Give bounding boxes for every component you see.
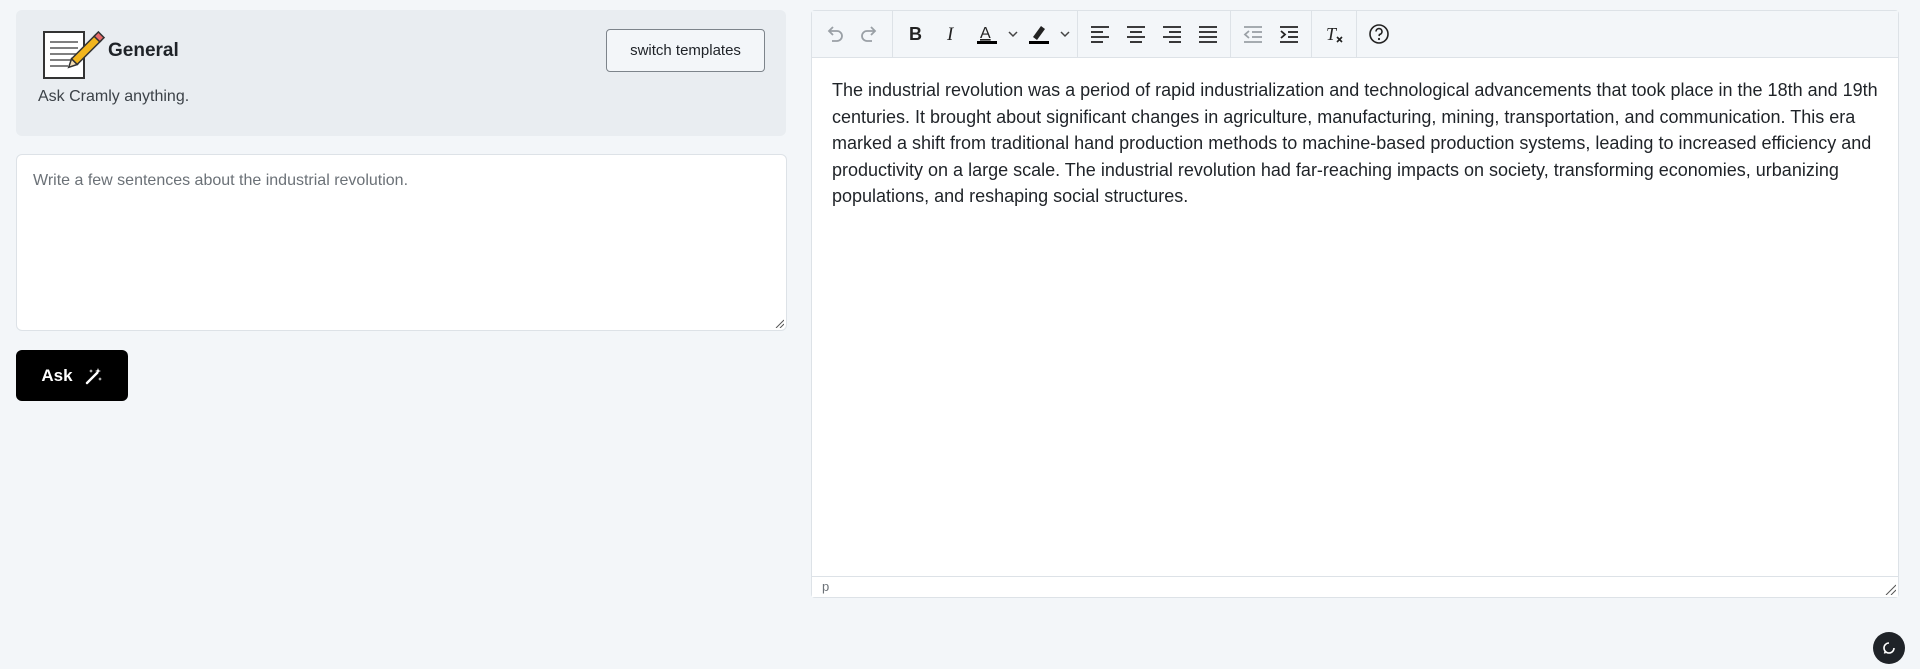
italic-icon[interactable]: I: [933, 16, 969, 52]
bold-icon[interactable]: B: [897, 16, 933, 52]
rich-text-editor: B I A T The industrial revolution was a …: [811, 10, 1899, 598]
undo-icon[interactable]: [816, 16, 852, 52]
template-name: General: [108, 40, 179, 61]
highlight-icon[interactable]: [1021, 16, 1057, 52]
clear-format-icon[interactable]: T: [1316, 16, 1352, 52]
redo-icon[interactable]: [852, 16, 888, 52]
template-description: Ask Cramly anything.: [38, 88, 190, 105]
editor-content-area[interactable]: The industrial revolution was a period o…: [812, 57, 1898, 577]
toolbar-group-clear: T: [1312, 11, 1357, 57]
svg-text:A: A: [980, 25, 991, 42]
resize-grip-icon[interactable]: [1884, 583, 1896, 595]
svg-text:I: I: [946, 24, 955, 45]
element-path[interactable]: p: [822, 579, 829, 594]
align-center-icon[interactable]: [1118, 16, 1154, 52]
refresh-icon: [1883, 642, 1895, 654]
editor-toolbar: B I A T: [812, 11, 1898, 58]
template-card: General Ask Cramly anything. switch temp…: [16, 10, 786, 136]
toolbar-group-help: [1357, 11, 1401, 57]
notepad-pencil-icon: [43, 30, 106, 79]
outdent-icon[interactable]: [1235, 16, 1271, 52]
prompt-input[interactable]: [17, 155, 786, 330]
magic-wand-icon: [85, 367, 102, 384]
prompt-container: [16, 154, 787, 331]
indent-icon[interactable]: [1271, 16, 1307, 52]
editor-statusbar: p: [812, 576, 1898, 597]
highlight-split: [1021, 16, 1073, 52]
resize-grip-icon[interactable]: [774, 318, 784, 328]
toolbar-group-align: [1078, 11, 1231, 57]
chat-bubble-button[interactable]: [1873, 632, 1905, 664]
justify-icon[interactable]: [1190, 16, 1226, 52]
align-left-icon[interactable]: [1082, 16, 1118, 52]
text-color-split: A: [969, 16, 1021, 52]
editor-paragraph[interactable]: The industrial revolution was a period o…: [832, 77, 1878, 210]
ask-button-label: Ask: [41, 365, 73, 385]
svg-text:T: T: [1326, 24, 1338, 44]
toolbar-group-format: B I A: [893, 11, 1078, 57]
chevron-down-icon[interactable]: [1057, 16, 1073, 52]
text-color-icon[interactable]: A: [969, 16, 1005, 52]
toolbar-group-history: [812, 11, 893, 57]
toolbar-group-indent: [1231, 11, 1312, 57]
svg-text:B: B: [909, 24, 922, 44]
chevron-down-icon[interactable]: [1005, 16, 1021, 52]
switch-templates-button[interactable]: switch templates: [606, 29, 765, 72]
align-right-icon[interactable]: [1154, 16, 1190, 52]
help-icon[interactable]: [1361, 16, 1397, 52]
ask-button[interactable]: Ask: [16, 350, 128, 401]
